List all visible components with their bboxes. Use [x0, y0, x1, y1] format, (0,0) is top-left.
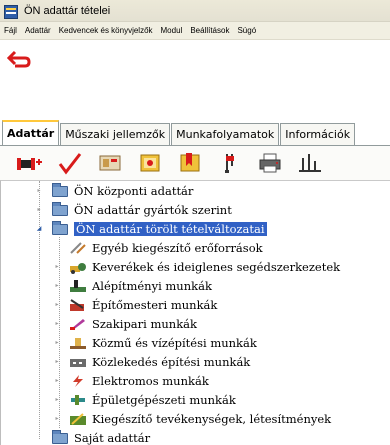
back-button[interactable] [4, 45, 34, 75]
expand-icon[interactable]: ▸ [53, 281, 61, 290]
expand-icon[interactable]: ▸ [35, 186, 43, 195]
folder-icon [51, 182, 69, 198]
expand-icon[interactable]: ▸ [53, 338, 61, 347]
expand-icon[interactable]: ▸ [53, 414, 61, 423]
collapse-icon[interactable]: ◢ [35, 224, 43, 233]
chart-button[interactable] [294, 149, 326, 177]
tree-node-label: Épületgépészeti munkák [92, 392, 236, 407]
folder-icon [51, 220, 69, 236]
saw-icon [69, 317, 87, 331]
menu-settings[interactable]: Beállítások [190, 26, 229, 35]
tree-node[interactable]: ▸ ÖN központi adattár [35, 181, 193, 200]
tree-node[interactable]: ▸ Közmű és vízépítési munkák [53, 333, 257, 352]
tree-node[interactable]: ▸ Elektromos munkák [53, 371, 209, 390]
mixer-icon [69, 260, 87, 274]
tree-node[interactable]: ▸ Szakipari munkák [53, 314, 197, 333]
tree-node-label: Szakipari munkák [92, 316, 197, 331]
pipe-icon [69, 393, 87, 407]
bookmark-book-icon [180, 153, 200, 172]
print-button[interactable] [254, 149, 286, 177]
book-button[interactable] [134, 149, 166, 177]
bricks-icon [69, 298, 87, 312]
shovel-icon [69, 412, 87, 426]
book-icon [140, 154, 160, 172]
tree-node-label: ÖN adattár gyártók szerint [74, 202, 232, 217]
expand-icon[interactable]: ▸ [53, 376, 61, 385]
main-toolbar [0, 41, 390, 79]
menu-bar: Fájl Adattár Kedvencek és könyvjelzők Mo… [0, 22, 390, 40]
menu-file[interactable]: Fájl [4, 26, 17, 35]
lightning-icon [69, 374, 87, 388]
tree-node-label: Közlekedés építési munkák [92, 354, 251, 369]
tab-repository[interactable]: Adattár [2, 120, 60, 145]
expand-icon[interactable]: ▸ [35, 205, 43, 214]
tree-node-label: ÖN adattár törölt tételváltozatai [74, 221, 267, 236]
tools-icon [69, 241, 87, 255]
folder-icon [51, 201, 69, 217]
expand-icon[interactable]: ▸ [53, 262, 61, 271]
add-pipe-button[interactable] [14, 149, 46, 177]
printer-icon [259, 153, 281, 173]
tree-node[interactable]: Egyéb kiegészítő erőforrások [53, 238, 263, 257]
expand-icon[interactable]: ▸ [53, 395, 61, 404]
tree-node-label: Közmű és vízépítési munkák [92, 335, 257, 350]
tuning-fork-icon [225, 154, 234, 173]
tree-node[interactable]: ▸ Épületgépészeti munkák [53, 390, 236, 409]
add-pipe-icon [17, 158, 42, 170]
folder-icon [51, 429, 69, 445]
bookmark-book-button[interactable] [174, 149, 206, 177]
menu-repository[interactable]: Adattár [25, 26, 51, 35]
tuning-fork-button[interactable] [214, 149, 246, 177]
menu-favorites[interactable]: Kedvencek és könyvjelzők [59, 26, 153, 35]
tree-node[interactable]: ▸ ÖN adattár gyártók szerint [35, 200, 232, 219]
tree-node-selected[interactable]: ◢ ÖN adattár törölt tételváltozatai [35, 219, 267, 238]
checkmark-icon [58, 153, 82, 175]
tree-node[interactable]: ▸ Keverékek és ideiglenes segédszerkezet… [53, 257, 340, 276]
tree-node-label: Elektromos munkák [92, 373, 209, 388]
chart-icon [299, 154, 321, 172]
tab-information[interactable]: Információk [280, 123, 356, 145]
expand-icon[interactable]: ▸ [53, 319, 61, 328]
repository-toolbar [0, 146, 390, 180]
component-button[interactable] [94, 149, 126, 177]
tree-node[interactable]: ▸ Kiegészítő tevékenységek, létesítménye… [53, 409, 331, 428]
check-button[interactable] [54, 149, 86, 177]
tree-node[interactable]: ▸ Építőmesteri munkák [53, 295, 217, 314]
tree-node[interactable]: ▸ Közlekedés építési munkák [53, 352, 250, 371]
window-title: ÖN adattár tételei [24, 4, 111, 17]
tab-technical-specs[interactable]: Műszaki jellemzők [60, 123, 171, 145]
tree-node[interactable]: Saját adattár [35, 428, 150, 445]
tree-node-label: ÖN központi adattár [74, 183, 194, 198]
tree-node-label: Egyéb kiegészítő erőforrások [92, 240, 263, 255]
title-bar: ÖN adattár tételei [0, 0, 390, 22]
expand-icon[interactable]: ▸ [53, 357, 61, 366]
road-icon [69, 355, 87, 369]
tree-node-label: Kiegészítő tevékenységek, létesítmények [92, 411, 332, 426]
tab-strip: Adattár Műszaki jellemzők Munkafolyamato… [0, 120, 390, 146]
menu-module[interactable]: Modul [161, 26, 183, 35]
back-arrow-icon [7, 50, 31, 68]
tree-node-label: Keverékek és ideiglenes segédszerkezetek [92, 259, 341, 274]
water-icon [69, 336, 87, 350]
foundation-icon [69, 279, 87, 293]
tab-workflows[interactable]: Munkafolyamatok [171, 123, 280, 145]
menu-help[interactable]: Súgó [237, 26, 256, 35]
tree-node-label: Saját adattár [74, 430, 151, 445]
tree-node-label: Alépítményi munkák [92, 278, 212, 293]
expand-icon[interactable]: ▸ [53, 300, 61, 309]
component-icon [99, 155, 121, 171]
repository-tree: ▸ ÖN központi adattár ▸ ÖN adattár gyárt… [0, 180, 390, 445]
tree-node-label: Építőmesteri munkák [92, 297, 218, 312]
tree-node[interactable]: ▸ Alépítményi munkák [53, 276, 212, 295]
app-icon [4, 4, 18, 19]
